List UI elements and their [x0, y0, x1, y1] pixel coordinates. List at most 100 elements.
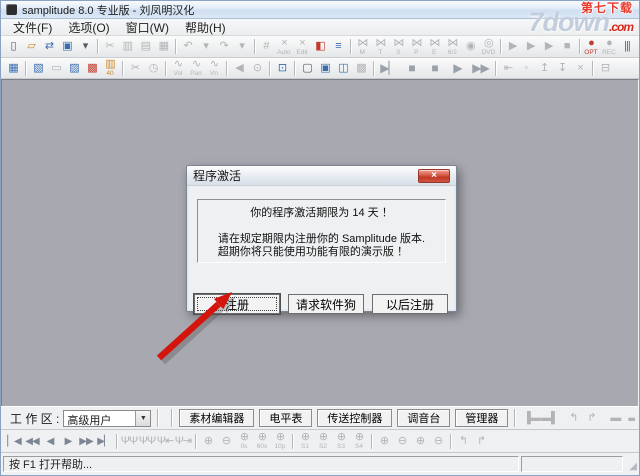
zoom-all-icon[interactable]: ⊕: [411, 432, 429, 451]
rewind-fast-icon[interactable]: ◀◀: [23, 432, 41, 451]
register-button[interactable]: 注册: [194, 294, 280, 314]
crossfade-s-icon[interactable]: ⋈ S: [389, 37, 407, 56]
menu-window[interactable]: 窗口(W): [118, 18, 177, 37]
record-icon[interactable]: ● REC: [600, 37, 618, 56]
fold-left-icon[interactable]: ↰: [564, 409, 582, 428]
volume-curve-icon[interactable]: ∿ Vol: [169, 59, 187, 78]
crossfade-m-icon[interactable]: ⋈ M: [353, 37, 371, 56]
request-dongle-button[interactable]: 请求软件狗: [288, 294, 364, 314]
combo-arrow-icon[interactable]: ▼: [135, 410, 151, 426]
cd-burn-icon[interactable]: ◉: [461, 37, 479, 56]
crossfade-p-icon[interactable]: ⋈ P: [407, 37, 425, 56]
save-icon[interactable]: ▣: [58, 37, 76, 56]
transport-control-button[interactable]: 传送控制器: [317, 409, 393, 427]
play-to-start-icon[interactable]: ▶▏: [377, 59, 400, 78]
play-icon[interactable]: ▶: [446, 59, 469, 78]
mouse-mode-universal-icon[interactable]: ▦: [4, 59, 22, 78]
zoom-in-icon[interactable]: ⊕: [199, 432, 217, 451]
new-project-icon[interactable]: ▯: [4, 37, 22, 56]
play-range-icon[interactable]: ▶: [540, 37, 558, 56]
resize-grip-icon[interactable]: ◢: [629, 462, 637, 472]
dual-monitor-icon[interactable]: ◫: [334, 59, 352, 78]
crossfade-e-icon[interactable]: ⋈ E: [425, 37, 443, 56]
monitor-lock-icon[interactable]: ⊡: [273, 59, 291, 78]
paste-special-icon[interactable]: ▦: [154, 37, 172, 56]
workspace-combobox-value[interactable]: 高级用户: [64, 411, 135, 426]
scrub-magnifier-icon[interactable]: ⊙: [248, 59, 266, 78]
visualization-icon[interactable]: ▣: [316, 59, 334, 78]
stop-icon[interactable]: ■: [400, 59, 423, 78]
zoom-redo-icon[interactable]: ↱: [472, 432, 490, 451]
mixer-window-icon[interactable]: |||: [618, 37, 636, 56]
marker-set-icon[interactable]: ⇤: [499, 59, 517, 78]
zoom-10p-icon[interactable]: ⊕ 10p: [271, 432, 289, 451]
object-editor-icon[interactable]: ◧: [311, 37, 329, 56]
wave-marker-left-icon[interactable]: Ψ⇤: [156, 432, 174, 451]
mixer-button[interactable]: 调音台: [397, 409, 451, 427]
zoom-previous-icon[interactable]: ⊖: [429, 432, 447, 451]
zoom-60s-icon[interactable]: ⊕ 60s: [253, 432, 271, 451]
dialog-close-button[interactable]: ×: [418, 168, 450, 183]
paste-icon[interactable]: ▤: [136, 37, 154, 56]
mouse-mode-zoom-icon[interactable]: ▥ 40: [101, 59, 119, 78]
fast-forward-icon[interactable]: ▶▶: [469, 59, 492, 78]
grid-view-icon[interactable]: ▩: [352, 59, 370, 78]
undo-icon[interactable]: ↶: [179, 37, 197, 56]
track-editor-icon[interactable]: ≡: [329, 37, 347, 56]
zoom-undo-icon[interactable]: ↰: [454, 432, 472, 451]
open-project-icon[interactable]: ▱: [22, 37, 40, 56]
forward-fast-icon[interactable]: ▶▶: [77, 432, 95, 451]
zoom-0s-icon[interactable]: ⊕ 0s: [235, 432, 253, 451]
zoom-out-icon[interactable]: ⊖: [217, 432, 235, 451]
material-editor-button[interactable]: 素材编辑器: [179, 409, 255, 427]
menu-file[interactable]: 文件(F): [5, 18, 60, 37]
level-meter-button[interactable]: 电平表: [259, 409, 313, 427]
import-audio-icon[interactable]: ⇄: [40, 37, 58, 56]
crossfade-t-icon[interactable]: ⋈ T: [371, 37, 389, 56]
rewind-icon[interactable]: ◀: [41, 432, 59, 451]
register-later-button[interactable]: 以后注册: [372, 294, 448, 314]
save-menu-arrow-icon[interactable]: ▾: [76, 37, 94, 56]
marker-record-icon[interactable]: ◦: [517, 59, 535, 78]
video-window-icon[interactable]: ▢: [298, 59, 316, 78]
redo-menu-arrow-icon[interactable]: ▾: [233, 37, 251, 56]
zoom-object-icon[interactable]: ⊕: [375, 432, 393, 451]
marker-down-icon[interactable]: ↧: [553, 59, 571, 78]
record-options-icon[interactable]: ● OPT: [582, 37, 600, 56]
zoom-snapshot-3-icon[interactable]: ⊕ S3: [332, 432, 350, 451]
manager-button[interactable]: 管理器: [455, 409, 509, 427]
workspace-combobox[interactable]: 高级用户 ▼: [63, 409, 152, 427]
wave-view-1-icon[interactable]: ΨΨ: [120, 432, 138, 451]
goto-end-icon[interactable]: ▶▏: [95, 432, 113, 451]
time-display-icon[interactable]: ◷: [144, 59, 162, 78]
goto-start-icon[interactable]: ▏◀: [5, 432, 23, 451]
range-block-1-icon[interactable]: ▬: [606, 409, 624, 428]
wave-view-2-icon[interactable]: ΨΨ: [138, 432, 156, 451]
zoom-snapshot-1-icon[interactable]: ⊕ S1: [296, 432, 314, 451]
dvd-export-icon[interactable]: ◎ DVD: [479, 37, 497, 56]
cut-object-icon[interactable]: ✂: [126, 59, 144, 78]
edit-crossfade-icon[interactable]: × Edit: [293, 37, 311, 56]
zoom-range-icon[interactable]: ⊖: [393, 432, 411, 451]
wave-marker-right-icon[interactable]: Ψ⇥: [174, 432, 192, 451]
marker-up-icon[interactable]: ↥: [535, 59, 553, 78]
pan-curve-icon[interactable]: ∿ Pan: [187, 59, 205, 78]
range-to-start-icon[interactable]: ▐▬: [522, 409, 541, 428]
undo-menu-arrow-icon[interactable]: ▾: [197, 37, 215, 56]
crossfade-62-icon[interactable]: ⋈ 6/2: [443, 37, 461, 56]
mouse-mode-object-icon[interactable]: ▭: [47, 59, 65, 78]
menu-options[interactable]: 选项(O): [60, 18, 117, 37]
zoom-snapshot-4-icon[interactable]: ⊕ S4: [350, 432, 368, 451]
stop-playback-icon[interactable]: ■: [558, 37, 576, 56]
range-block-2-icon[interactable]: ▬: [624, 409, 635, 428]
redo-icon[interactable]: ↷: [215, 37, 233, 56]
play-once-icon[interactable]: ▶: [504, 37, 522, 56]
zoom-snapshot-2-icon[interactable]: ⊕ S2: [314, 432, 332, 451]
fold-right-icon[interactable]: ↱: [582, 409, 600, 428]
forward-icon[interactable]: ▶: [59, 432, 77, 451]
mouse-mode-range-icon[interactable]: ▧: [29, 59, 47, 78]
play-loop-icon[interactable]: ▶: [522, 37, 540, 56]
copy-icon[interactable]: ▥: [118, 37, 136, 56]
stop-at-position-icon[interactable]: ■: [423, 59, 446, 78]
snap-toggle-icon[interactable]: #: [257, 37, 275, 56]
